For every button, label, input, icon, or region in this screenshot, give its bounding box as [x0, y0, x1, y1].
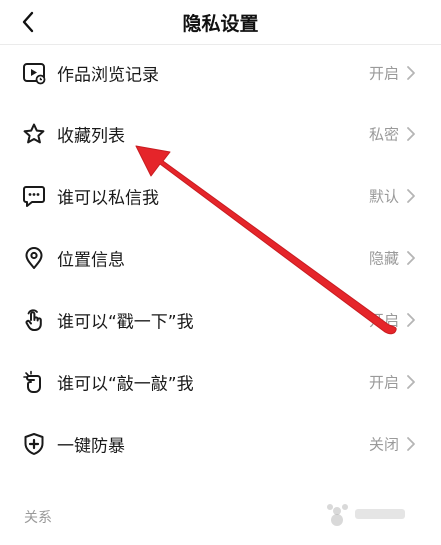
- location-pin-icon: [25, 247, 43, 269]
- setting-row-browse-history[interactable]: 作品浏览记录 开启: [0, 43, 441, 103]
- setting-value: 默认: [368, 187, 399, 206]
- chevron-right-icon: [407, 189, 415, 203]
- chevron-right-icon: [407, 251, 415, 265]
- shield-plus-icon: [24, 433, 44, 455]
- message-icon: [23, 186, 45, 207]
- setting-label: 谁可以“敲一敲”我: [57, 374, 194, 395]
- setting-label: 位置信息: [57, 250, 125, 271]
- knock-hand-icon: [23, 370, 41, 393]
- setting-value: 开启: [368, 311, 399, 330]
- setting-value: 隐藏: [368, 249, 399, 268]
- setting-label: 谁可以私信我: [57, 188, 159, 209]
- chevron-right-icon: [407, 375, 415, 389]
- setting-value: 开启: [368, 64, 399, 83]
- setting-row-who-can-poke[interactable]: 谁可以“戳一下”我 开启: [0, 290, 441, 350]
- play-record-icon: [23, 63, 46, 85]
- chevron-right-icon: [407, 437, 415, 451]
- setting-value: 开启: [368, 373, 399, 392]
- setting-row-favorites-list[interactable]: 收藏列表 私密: [0, 104, 441, 164]
- chevron-right-icon: [407, 313, 415, 327]
- watermark-logo-icon: [327, 504, 405, 526]
- setting-row-location[interactable]: 位置信息 隐藏: [0, 228, 441, 288]
- setting-label: 收藏列表: [57, 126, 125, 147]
- setting-row-who-can-message[interactable]: 谁可以私信我 默认: [0, 166, 441, 226]
- section-header-relations: 关系: [24, 510, 52, 526]
- chevron-right-icon: [407, 66, 415, 80]
- chevron-right-icon: [407, 127, 415, 141]
- setting-row-anti-harassment[interactable]: 一键防暴 关闭: [0, 414, 441, 474]
- setting-label: 一键防暴: [57, 436, 125, 457]
- setting-value: 私密: [368, 125, 399, 144]
- setting-label: 作品浏览记录: [57, 65, 159, 86]
- star-icon: [23, 123, 45, 144]
- tap-hand-icon: [25, 309, 42, 331]
- setting-value: 关闭: [368, 435, 399, 454]
- page-title: 隐私设置: [182, 13, 259, 35]
- setting-label: 谁可以“戳一下”我: [57, 312, 194, 333]
- header-bar: 隐私设置: [0, 0, 441, 44]
- setting-row-who-can-knock[interactable]: 谁可以“敲一敲”我 开启: [0, 352, 441, 412]
